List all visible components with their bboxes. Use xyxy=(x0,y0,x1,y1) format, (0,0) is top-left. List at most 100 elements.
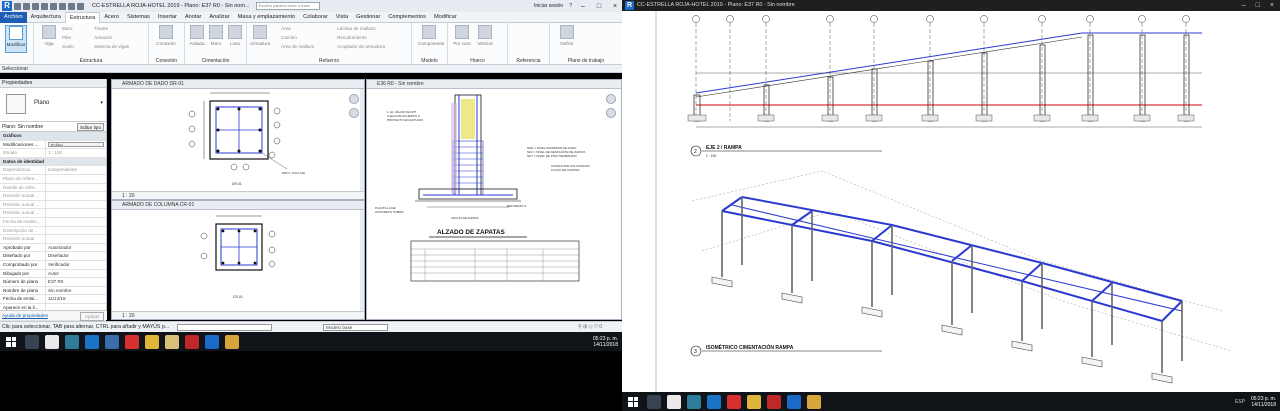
property-value[interactable]: Verificador xyxy=(46,261,106,269)
area-button[interactable]: Área xyxy=(281,26,291,31)
opera-icon[interactable] xyxy=(125,334,139,349)
maximize-button[interactable]: □ xyxy=(594,3,604,10)
maximize-button[interactable]: □ xyxy=(1256,0,1260,11)
component-button[interactable]: Componente xyxy=(418,25,444,53)
tab-colaborar[interactable]: Colaborar xyxy=(299,12,332,23)
tab-insertar[interactable]: Insertar xyxy=(154,12,181,23)
tab-modificar[interactable]: Modificar xyxy=(430,12,461,23)
property-value[interactable]: 1 : 150 xyxy=(46,149,106,157)
browser-icon[interactable] xyxy=(687,394,701,409)
property-value[interactable]: Independiente xyxy=(46,166,106,174)
brace-button[interactable]: Tirante xyxy=(94,26,108,31)
property-value[interactable]: E37 R0 xyxy=(46,278,106,286)
tab-anotar[interactable]: Anotar xyxy=(181,12,205,23)
fabric-sheet-button[interactable]: Lámina de mallazo xyxy=(337,26,376,31)
property-value[interactable]: Autor xyxy=(46,270,106,278)
coupler-button[interactable]: Acoplador de armadura xyxy=(337,44,385,49)
apply-button[interactable]: Aplicar xyxy=(79,312,104,321)
view-scale[interactable]: 1 : 20 xyxy=(122,193,135,199)
view-e36-sheet[interactable]: E36 R0 - Sin nombre 1. EL VALOR DE NPT L… xyxy=(366,79,622,320)
chevron-down-icon[interactable]: ▾ xyxy=(100,100,103,106)
instance-selector[interactable]: Plano: Sin nombre Editar tipo xyxy=(0,122,106,132)
search-input[interactable]: Escriba palabra clave o frase xyxy=(255,2,320,10)
browser-icon[interactable] xyxy=(65,334,79,349)
language-indicator[interactable]: ESP xyxy=(1235,399,1245,405)
mail-icon[interactable] xyxy=(667,394,681,409)
property-value[interactable] xyxy=(46,235,106,243)
task-view-icon[interactable] xyxy=(647,394,661,409)
tab-estructura[interactable]: Estructura xyxy=(64,11,101,23)
app-icon[interactable] xyxy=(225,334,239,349)
text-icon[interactable] xyxy=(68,2,75,10)
modify-button[interactable]: Modificar xyxy=(5,25,27,53)
design-option-dropdown[interactable]: Modelo base xyxy=(323,324,388,331)
truss-button[interactable]: Armazón xyxy=(94,35,112,40)
windows-start-icon[interactable] xyxy=(628,396,638,407)
close-button[interactable]: × xyxy=(610,3,620,10)
property-value[interactable] xyxy=(46,184,106,192)
view-armado-dado[interactable]: ARMADO DE DADO DR-01 PROY. ANCLAJE DR-01… xyxy=(111,79,365,200)
steering-wheel-icon[interactable] xyxy=(606,94,616,104)
zoom-icon[interactable] xyxy=(349,108,359,118)
slab-button[interactable]: Losa xyxy=(224,25,246,53)
property-value[interactable] xyxy=(46,209,106,217)
tab-sistemas[interactable]: Sistemas xyxy=(123,12,154,23)
undo-icon[interactable] xyxy=(32,2,39,10)
property-value[interactable] xyxy=(46,218,106,226)
vertical-scrollbar[interactable] xyxy=(360,89,364,191)
print-icon[interactable] xyxy=(50,2,57,10)
column-button[interactable]: Pilar xyxy=(62,35,71,40)
taskbar-clock[interactable]: 05:23 p. m. 14/11/2018 xyxy=(593,336,622,348)
autocad-icon[interactable] xyxy=(767,394,781,409)
property-value[interactable] xyxy=(46,201,106,209)
beam-button[interactable]: Viga xyxy=(38,25,60,53)
vertical-button[interactable]: Vertical xyxy=(474,25,496,53)
taskbar-clock[interactable]: 05:23 p. m. 14/11/2018 xyxy=(1251,396,1280,408)
opera-icon[interactable] xyxy=(727,394,741,409)
revit-logo-icon[interactable]: R xyxy=(625,1,634,10)
set-workplane-button[interactable]: Definir xyxy=(556,25,578,53)
property-value[interactable] xyxy=(46,192,106,200)
workset-dropdown[interactable] xyxy=(177,324,272,331)
task-view-icon[interactable] xyxy=(25,334,39,349)
vertical-scrollbar[interactable] xyxy=(360,210,364,311)
file-explorer-icon[interactable] xyxy=(747,394,761,409)
property-value[interactable] xyxy=(46,227,106,235)
property-section[interactable]: Gráficos xyxy=(0,132,106,141)
autocad-icon[interactable] xyxy=(185,334,199,349)
open-icon[interactable] xyxy=(14,2,21,10)
revit-icon[interactable] xyxy=(787,394,801,409)
rebar-button[interactable]: Armadura xyxy=(249,25,271,53)
view-scale[interactable]: 1 : 20 xyxy=(122,313,135,319)
measure-icon[interactable] xyxy=(59,2,66,10)
selection-filter-icon[interactable]: ⚲ ⊞ ◇ ▽ 0 xyxy=(578,324,602,330)
revit-logo-icon[interactable]: R xyxy=(2,1,12,11)
minimize-button[interactable]: – xyxy=(578,3,588,10)
folder-icon[interactable] xyxy=(165,334,179,349)
tab-arquitectura[interactable]: Arquitectura xyxy=(27,12,65,23)
close-button[interactable]: × xyxy=(1270,0,1274,11)
properties-help-link[interactable]: Ayuda de propiedades xyxy=(2,313,48,318)
store-icon[interactable] xyxy=(707,394,721,409)
property-section[interactable]: Datos de identidad xyxy=(0,157,106,167)
type-selector[interactable]: Plano ▾ xyxy=(0,88,106,122)
tab-masa[interactable]: Masa y emplazamiento xyxy=(234,12,300,23)
windows-start-icon[interactable] xyxy=(6,336,16,347)
property-value[interactable]: Diseñador xyxy=(46,252,106,260)
minimize-button[interactable]: – xyxy=(1242,0,1246,11)
sheet-canvas[interactable]: 2 EJE 2 / RAMPA 1 : 150 3 ISOMÉTRICO CIM… xyxy=(622,11,1280,392)
edit-type-button[interactable]: Editar tipo xyxy=(77,123,104,131)
zoom-icon[interactable] xyxy=(606,108,616,118)
path-button[interactable]: Camino xyxy=(281,35,297,40)
property-value[interactable] xyxy=(46,175,106,183)
skype-icon[interactable] xyxy=(105,334,119,349)
redo-icon[interactable] xyxy=(41,2,48,10)
tab-gestionar[interactable]: Gestionar xyxy=(352,12,384,23)
property-value[interactable]: Autorizador xyxy=(46,244,106,252)
wall-button[interactable]: Muro xyxy=(62,26,72,31)
file-explorer-icon[interactable] xyxy=(145,334,159,349)
tab-archivo[interactable]: Archivo xyxy=(0,11,27,23)
by-face-button[interactable]: Por cara xyxy=(451,25,473,53)
select-dropdown[interactable]: Seleccionar xyxy=(2,66,28,72)
save-icon[interactable] xyxy=(23,2,30,10)
